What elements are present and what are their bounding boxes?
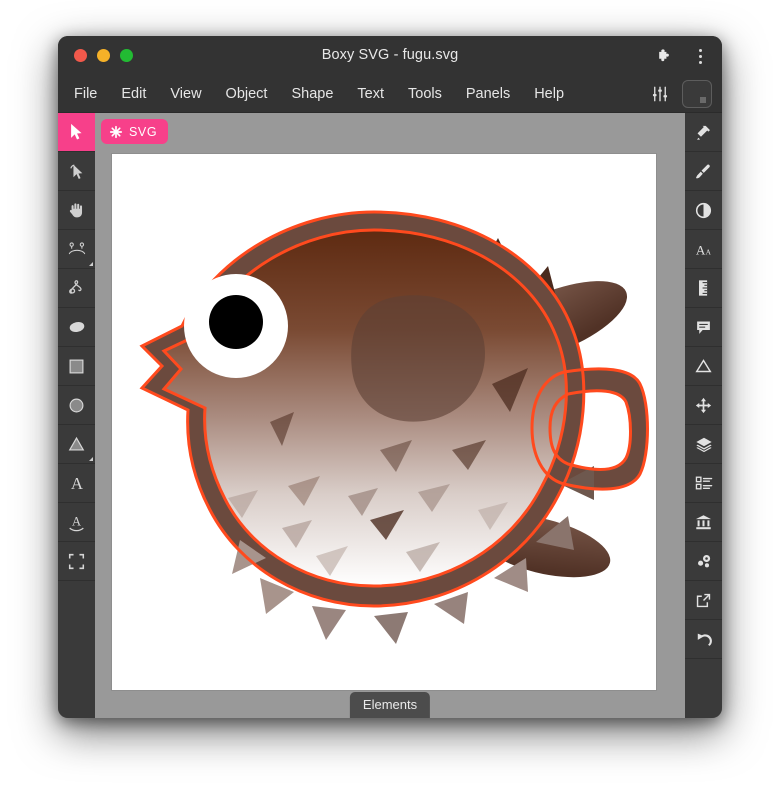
history-undo-icon[interactable] xyxy=(685,620,722,659)
menu-item-text[interactable]: Text xyxy=(357,86,384,102)
menu-item-edit[interactable]: Edit xyxy=(121,86,146,102)
menu-item-tools[interactable]: Tools xyxy=(408,86,442,102)
svg-text:A: A xyxy=(705,247,711,256)
typography-icon[interactable]: A A xyxy=(685,230,722,269)
left-toolbar: A A xyxy=(58,113,95,718)
right-toolbar: A A xyxy=(685,113,722,718)
view-box-tool[interactable] xyxy=(58,542,95,581)
menubar: File Edit View Object Shape Text Tools P… xyxy=(58,76,722,113)
elements-panel-button[interactable]: Elements xyxy=(350,692,430,718)
titlebar-actions xyxy=(654,46,710,66)
library-icon[interactable] xyxy=(685,503,722,542)
window-title: Boxy SVG - fugu.svg xyxy=(58,47,722,63)
select-tool[interactable] xyxy=(58,113,95,152)
elements-list-icon[interactable] xyxy=(685,464,722,503)
freehand-tool[interactable] xyxy=(58,269,95,308)
export-icon[interactable] xyxy=(685,581,722,620)
shape-icon[interactable] xyxy=(685,347,722,386)
layers-icon[interactable] xyxy=(685,425,722,464)
menu-item-object[interactable]: Object xyxy=(226,86,268,102)
fish-eye xyxy=(184,274,288,378)
meta-comment-icon[interactable] xyxy=(685,308,722,347)
app-window: Boxy SVG - fugu.svg File Edit View Objec… xyxy=(58,36,722,718)
svg-text:A: A xyxy=(695,242,705,257)
transform-move-icon[interactable] xyxy=(685,386,722,425)
rectangle-tool[interactable] xyxy=(58,347,95,386)
extensions-icon[interactable] xyxy=(654,46,674,66)
color-swatch[interactable] xyxy=(682,80,712,108)
text-on-path-tool[interactable]: A xyxy=(58,503,95,542)
blob-tool[interactable] xyxy=(58,308,95,347)
bezier-tool[interactable] xyxy=(58,230,95,269)
fugu-artwork xyxy=(112,154,656,690)
app-body: A A xyxy=(58,113,722,718)
defs-icon[interactable] xyxy=(685,542,722,581)
canvas-viewport[interactable]: SVG xyxy=(95,113,685,718)
tool-expand-corner xyxy=(89,262,93,266)
filters-icon[interactable] xyxy=(685,191,722,230)
menubar-actions xyxy=(650,76,712,112)
menu-item-panels[interactable]: Panels xyxy=(466,86,510,102)
text-tool[interactable]: A xyxy=(58,464,95,503)
menu-item-file[interactable]: File xyxy=(74,86,97,102)
menu-item-help[interactable]: Help xyxy=(534,86,564,102)
asterisk-icon xyxy=(109,125,123,139)
more-menu-icon[interactable] xyxy=(690,46,710,66)
svg-text:A: A xyxy=(72,514,82,528)
artboard[interactable] xyxy=(112,154,656,690)
svg-text:A: A xyxy=(70,474,83,492)
ellipse-tool[interactable] xyxy=(58,386,95,425)
svg-root-badge[interactable]: SVG xyxy=(101,119,168,144)
settings-sliders-icon[interactable] xyxy=(650,84,670,104)
stroke-brush-icon[interactable] xyxy=(685,152,722,191)
pan-tool[interactable] xyxy=(58,191,95,230)
titlebar: Boxy SVG - fugu.svg xyxy=(58,36,722,76)
fill-icon[interactable] xyxy=(685,113,722,152)
polygon-tool[interactable] xyxy=(58,425,95,464)
geometry-ruler-icon[interactable] xyxy=(685,269,722,308)
tool-expand-corner xyxy=(89,457,93,461)
screenshot-root: Boxy SVG - fugu.svg File Edit View Objec… xyxy=(0,0,780,790)
edit-nodes-tool[interactable] xyxy=(58,152,95,191)
menu-item-view[interactable]: View xyxy=(170,86,201,102)
fish-body xyxy=(142,212,584,606)
svg-badge-label: SVG xyxy=(129,125,157,139)
menu-item-shape[interactable]: Shape xyxy=(291,86,333,102)
